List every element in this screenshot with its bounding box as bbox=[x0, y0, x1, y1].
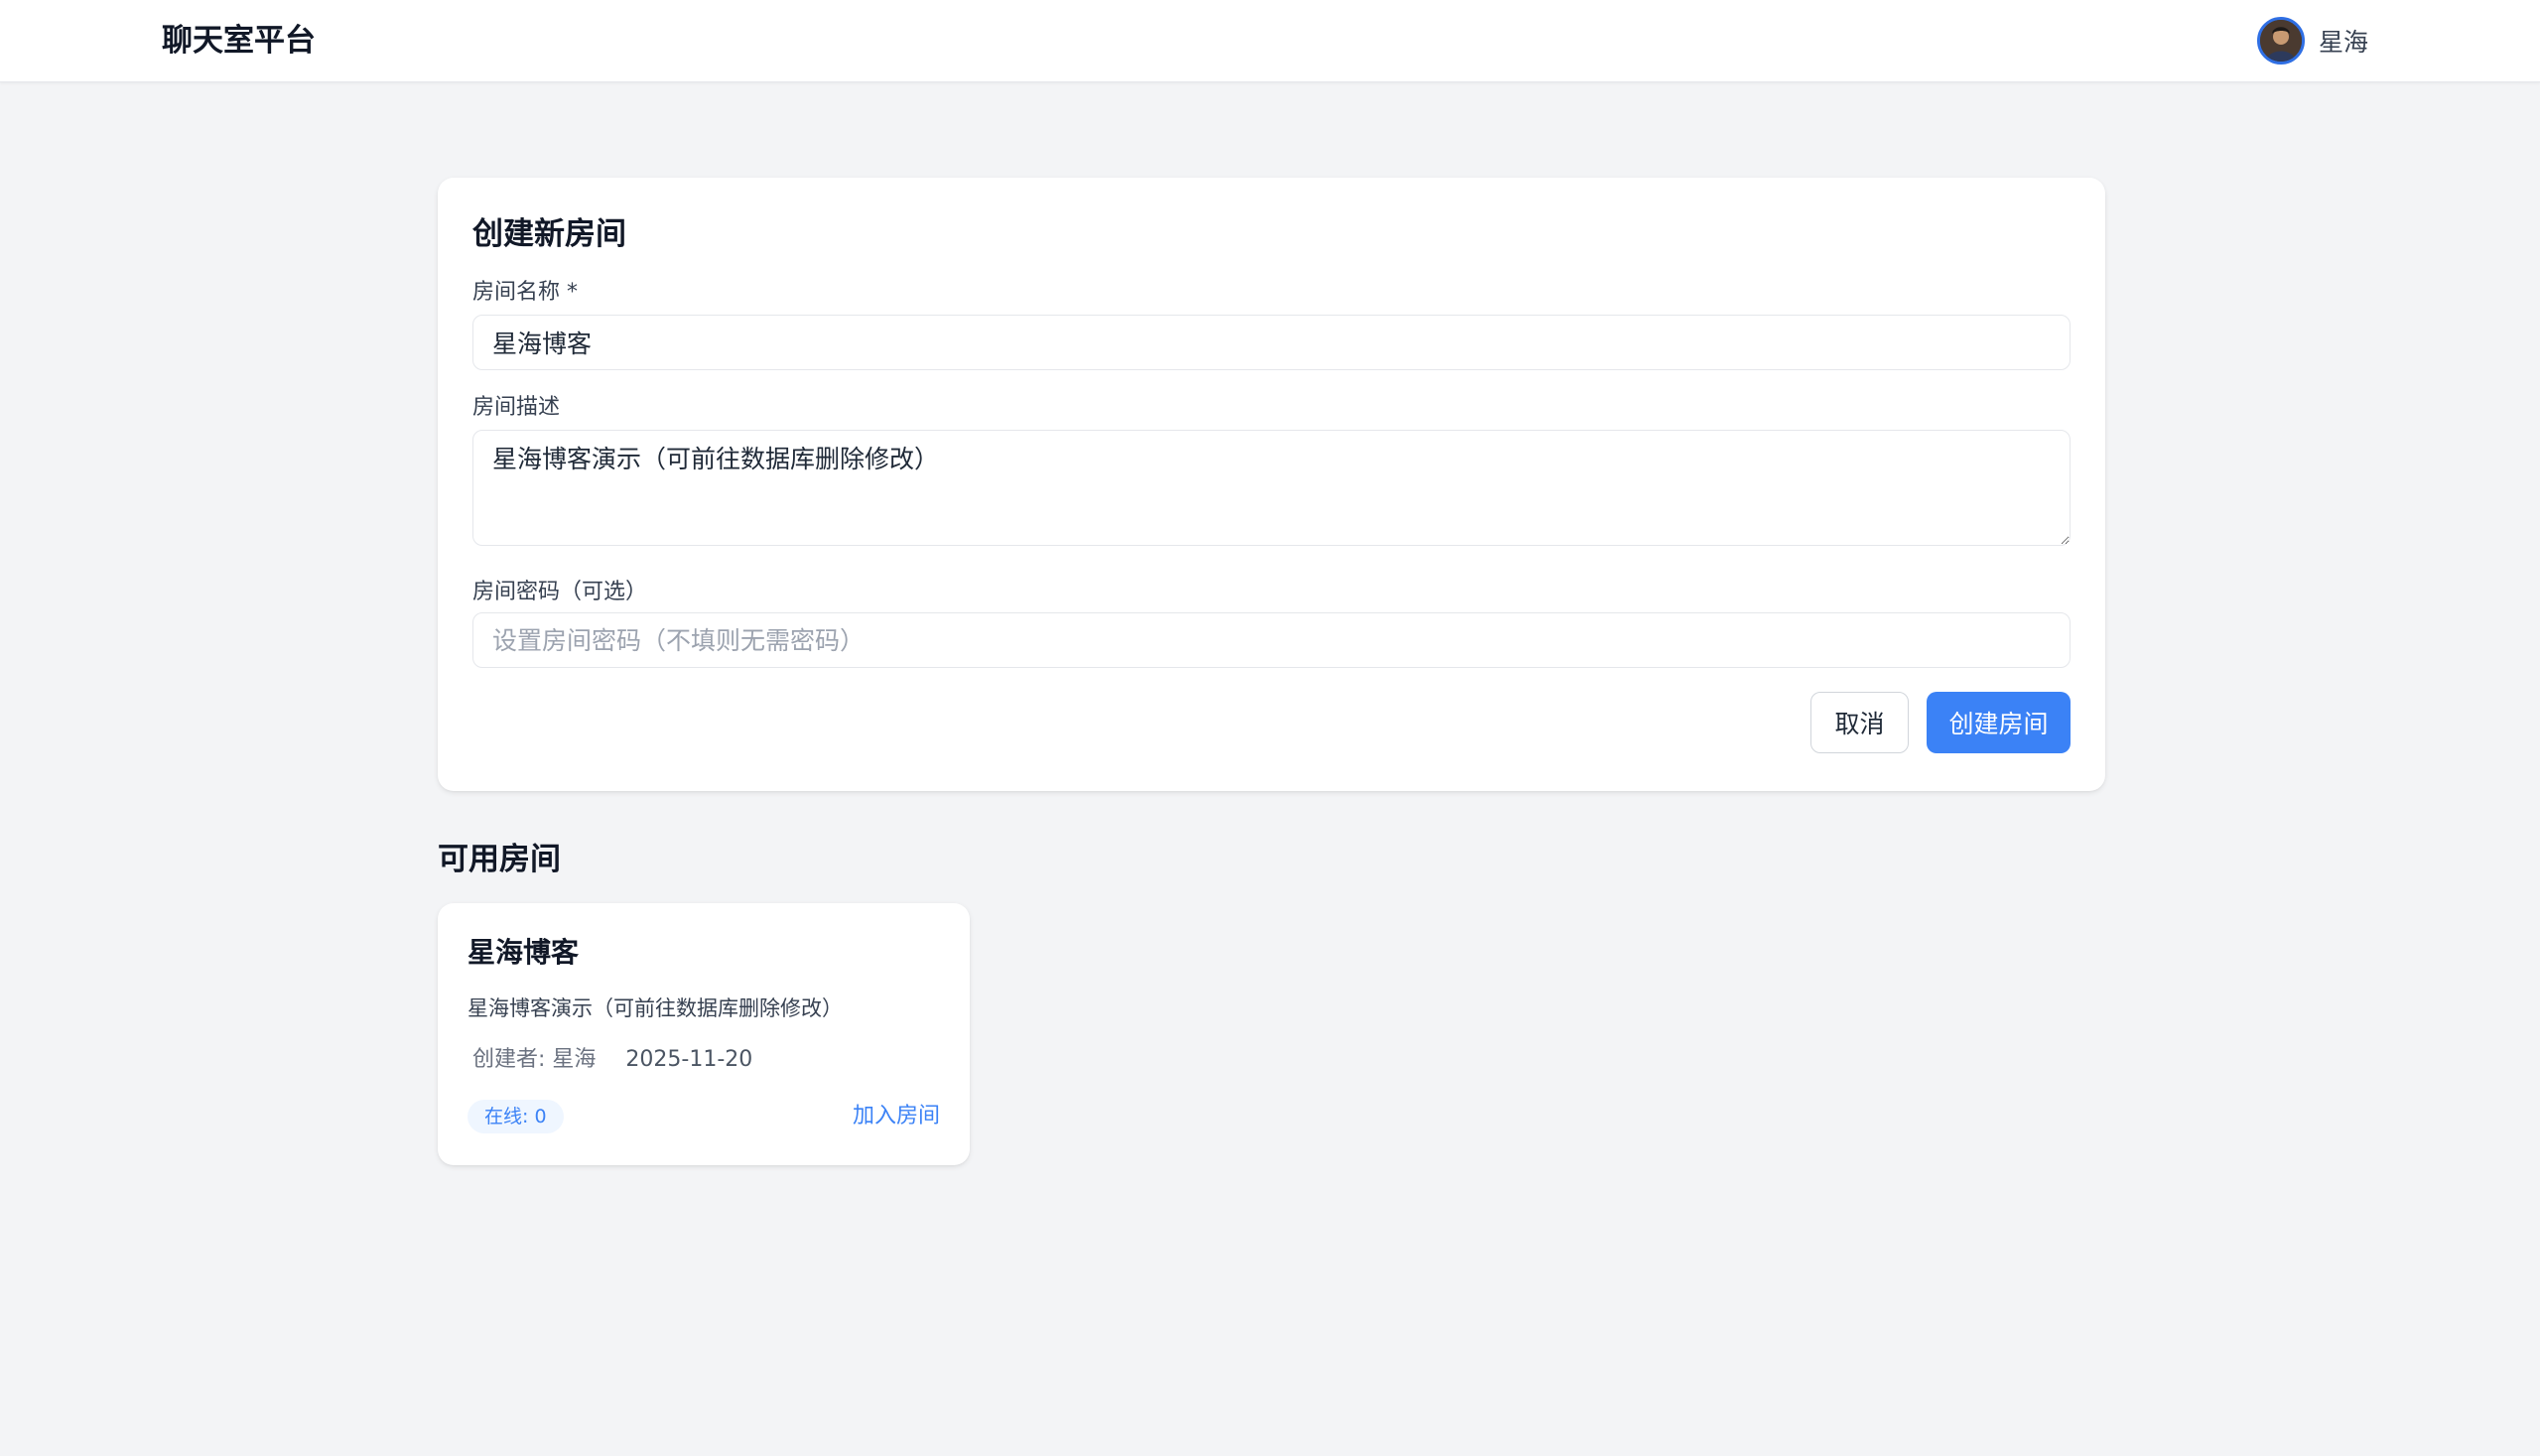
top-navbar: 聊天室平台 星海 bbox=[0, 0, 2540, 82]
brand-title[interactable]: 聊天室平台 bbox=[162, 20, 316, 62]
room-name-input[interactable] bbox=[472, 315, 2071, 370]
room-description-label: 房间描述 bbox=[472, 395, 561, 420]
user-avatar-icon[interactable] bbox=[2256, 17, 2305, 65]
room-card-creator: 创建者: 星海 bbox=[472, 1047, 597, 1072]
room-card-date: 2025-11-20 bbox=[625, 1047, 753, 1072]
room-card-name: 星海博客 bbox=[468, 936, 580, 969]
cancel-button[interactable]: 取消 bbox=[1810, 692, 1909, 753]
online-count-badge: 在线: 0 bbox=[468, 1100, 564, 1133]
available-rooms-title: 可用房间 bbox=[438, 842, 561, 877]
room-card-meta: 创建者: 星海 2025-11-20 bbox=[472, 1045, 752, 1075]
room-description-textarea[interactable]: 星海博客演示（可前往数据库删除修改） bbox=[472, 430, 2071, 546]
join-room-link[interactable]: 加入房间 bbox=[853, 1102, 940, 1131]
room-card: 星海博客 星海博客演示（可前往数据库删除修改） 创建者: 星海 2025-11-… bbox=[438, 903, 970, 1165]
user-name: 星海 bbox=[2318, 28, 2368, 57]
user-menu[interactable]: 星海 bbox=[2256, 17, 2368, 65]
room-password-label: 房间密码（可选） bbox=[472, 580, 648, 604]
room-password-input[interactable] bbox=[472, 612, 2071, 668]
create-room-card: 创建新房间 房间名称 * 房间描述 星海博客演示（可前往数据库删除修改） 房间密… bbox=[438, 178, 2105, 791]
create-room-button[interactable]: 创建房间 bbox=[1927, 692, 2071, 753]
room-card-description: 星海博客演示（可前往数据库删除修改） bbox=[468, 996, 843, 1020]
room-name-label: 房间名称 * bbox=[472, 280, 578, 305]
create-room-title: 创建新房间 bbox=[472, 216, 626, 252]
